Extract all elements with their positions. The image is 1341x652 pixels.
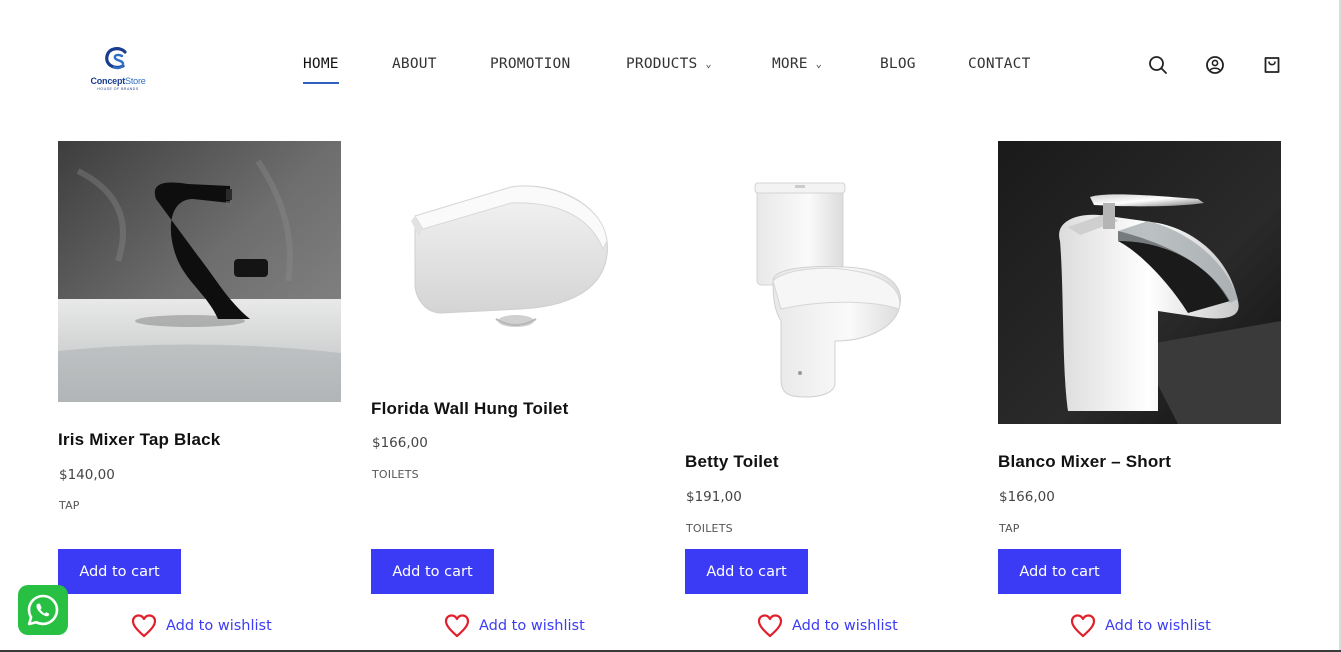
product-price: $191,00 — [686, 489, 742, 505]
product-title[interactable]: Betty Toilet — [685, 452, 779, 472]
nav-about[interactable]: ABOUT — [392, 56, 437, 72]
chevron-down-icon: ⌄ — [815, 59, 822, 70]
chevron-down-icon: ⌄ — [705, 59, 712, 70]
product-image[interactable] — [685, 141, 968, 424]
heart-icon — [757, 614, 783, 638]
site-logo[interactable]: ConceptStore HOUSE OF BRANDS — [78, 46, 158, 98]
nav-contact[interactable]: CONTACT — [968, 56, 1031, 72]
add-to-cart-button[interactable]: Add to cart — [371, 549, 494, 594]
wishlist-label: Add to wishlist — [479, 618, 585, 634]
add-to-cart-button[interactable]: Add to cart — [998, 549, 1121, 594]
account-icon[interactable] — [1205, 55, 1225, 75]
product-image[interactable] — [998, 141, 1281, 424]
nav-blog[interactable]: BLOG — [880, 56, 916, 72]
nav-products[interactable]: PRODUCTS ⌄ — [626, 56, 712, 72]
wishlist-label: Add to wishlist — [1105, 618, 1211, 634]
add-to-wishlist-link[interactable]: Add to wishlist — [444, 613, 585, 639]
whatsapp-icon — [27, 594, 59, 626]
add-to-wishlist-link[interactable]: Add to wishlist — [757, 613, 898, 639]
logo-subtitle: HOUSE OF BRANDS — [97, 87, 139, 91]
product-price: $166,00 — [999, 489, 1055, 505]
logo-mark-icon — [105, 47, 127, 70]
product-price: $166,00 — [372, 435, 428, 451]
nav-promotion[interactable]: PROMOTION — [490, 56, 570, 72]
product-image[interactable] — [58, 141, 341, 402]
product-category[interactable]: TOILETS — [686, 522, 733, 535]
product-title[interactable]: Blanco Mixer – Short — [998, 452, 1171, 472]
logo-text: ConceptStore — [90, 76, 146, 86]
product-category[interactable]: TOILETS — [372, 468, 419, 481]
heart-icon — [444, 614, 470, 638]
product-category[interactable]: TAP — [59, 499, 80, 512]
cart-icon[interactable] — [1262, 55, 1282, 75]
site-header: ConceptStore HOUSE OF BRANDS HOME ABOUT … — [0, 0, 1341, 130]
whatsapp-button[interactable] — [18, 585, 68, 635]
wishlist-label: Add to wishlist — [792, 618, 898, 634]
nav-home[interactable]: HOME — [303, 56, 339, 84]
product-category[interactable]: TAP — [999, 522, 1020, 535]
add-to-cart-button[interactable]: Add to cart — [685, 549, 808, 594]
nav-more[interactable]: MORE ⌄ — [772, 56, 822, 72]
heart-icon — [131, 614, 157, 638]
add-to-wishlist-link[interactable]: Add to wishlist — [131, 613, 272, 639]
product-title[interactable]: Iris Mixer Tap Black — [58, 430, 220, 450]
product-price: $140,00 — [59, 467, 115, 483]
product-title[interactable]: Florida Wall Hung Toilet — [371, 399, 568, 419]
heart-icon — [1070, 614, 1096, 638]
add-to-cart-button[interactable]: Add to cart — [58, 549, 181, 594]
add-to-wishlist-link[interactable]: Add to wishlist — [1070, 613, 1211, 639]
product-image[interactable] — [371, 141, 654, 371]
search-icon[interactable] — [1148, 55, 1168, 75]
wishlist-label: Add to wishlist — [166, 618, 272, 634]
